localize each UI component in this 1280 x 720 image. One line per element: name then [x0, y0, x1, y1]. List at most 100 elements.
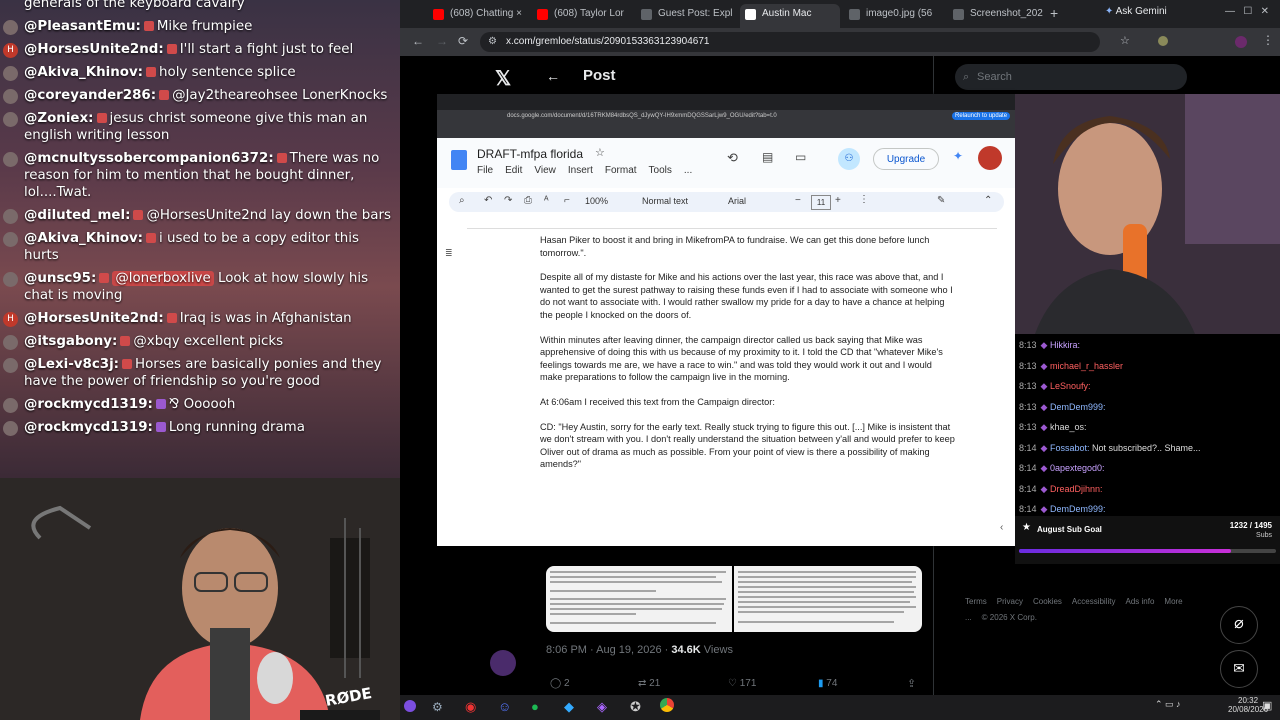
bookmark-star-icon[interactable]: ☆ [1120, 34, 1130, 47]
font-size-field[interactable]: 11 [811, 195, 831, 210]
right-chat-username[interactable]: LeSnoufy: [1050, 381, 1091, 391]
extension-icon[interactable] [1158, 36, 1168, 46]
docs-menu-item[interactable]: View [534, 165, 556, 176]
footer-link[interactable]: Cookies [1033, 597, 1062, 606]
upgrade-button[interactable]: Upgrade [873, 148, 939, 170]
spellcheck-icon[interactable]: ᴬ [544, 195, 549, 206]
explore-chevron-icon[interactable]: ‹ [1000, 522, 1003, 533]
discord-icon[interactable]: ☺ [498, 699, 511, 714]
app-icon-3[interactable]: ◉ [465, 699, 476, 715]
spotify-icon[interactable]: ● [531, 699, 539, 714]
right-chat-username[interactable]: DreadDjihnn: [1050, 484, 1103, 494]
chat-username[interactable]: @rockmycd1319: [24, 420, 153, 435]
app-icon-1[interactable] [404, 700, 416, 712]
app-icon-8[interactable]: ✪ [630, 699, 641, 715]
post-image-1[interactable] [546, 566, 732, 632]
window-controls[interactable]: — ☐ ✕ [1225, 6, 1269, 17]
right-chat-username[interactable]: DemDem999: [1050, 504, 1106, 514]
gemini-docs-icon[interactable]: ✦ [953, 149, 963, 163]
browser-tab[interactable]: (608) Taylor Lor [532, 4, 632, 28]
chat-username[interactable]: @unsc95: [24, 271, 96, 286]
chat-username[interactable]: @diluted_mel: [24, 208, 130, 223]
chat-username[interactable]: @itsgabony: [24, 334, 117, 349]
share-icon[interactable]: ⇪ [907, 677, 916, 690]
right-chat-username[interactable]: khae_os: [1050, 422, 1087, 432]
comment-icon[interactable]: ▤ [762, 150, 773, 164]
docs-logo-icon[interactable] [451, 150, 467, 170]
undo-icon[interactable]: ↶ [484, 195, 492, 206]
collapse-toolbar-icon[interactable]: ⌃ [984, 195, 992, 206]
chat-username[interactable]: @coreyander286: [24, 88, 156, 103]
chat-username[interactable]: @mcnultyssobercompanion6372: [24, 151, 274, 166]
chat-username[interactable]: @Zoniex: [24, 111, 94, 126]
right-chat-username[interactable]: DemDem999: [1050, 402, 1106, 412]
chat-username[interactable]: @HorsesUnite2nd: [24, 42, 164, 57]
doc-title[interactable]: DRAFT-mfpa florida [477, 147, 583, 161]
relaunch-button[interactable]: Relaunch to update [952, 112, 1011, 120]
browser-tab[interactable]: image0.jpg (56 [844, 4, 944, 28]
chat-username[interactable]: @rockmycd1319: [24, 397, 153, 412]
footer-link[interactable]: Ads info [1126, 597, 1155, 606]
docs-menu-item[interactable]: File [477, 165, 493, 176]
like-action[interactable]: ♡ 171 [728, 678, 756, 689]
zoom-select[interactable]: 100% [585, 196, 608, 206]
messages-icon[interactable]: ✉ [1220, 650, 1258, 688]
ask-gemini-button[interactable]: ✦ Ask Gemini [1105, 6, 1167, 17]
site-info-icon[interactable]: ⚙ [488, 32, 497, 52]
footer-link[interactable]: Accessibility [1072, 597, 1116, 606]
print-icon[interactable]: ⎙ [524, 195, 532, 206]
grok-icon[interactable]: ⌀ [1220, 606, 1258, 644]
docs-menu-item[interactable]: ... [684, 165, 692, 176]
style-select[interactable]: Normal text [642, 196, 688, 206]
back-icon[interactable]: ← [412, 34, 424, 48]
right-chat-username[interactable]: michael_r_hassler [1050, 361, 1123, 371]
docs-menu-item[interactable]: Edit [505, 165, 522, 176]
x-logo-icon[interactable]: 𝕏 [495, 66, 511, 91]
bookmark-action[interactable]: ▮ 74 [818, 678, 837, 689]
tray-icons[interactable]: ⌃ ▭ ♪ [1155, 699, 1181, 710]
browser-tab[interactable]: Guest Post: Expl [636, 4, 736, 28]
redo-icon[interactable]: ↷ [504, 195, 512, 206]
outline-icon[interactable]: ≣ [445, 248, 453, 259]
history-icon[interactable]: ⟲ [727, 150, 738, 166]
font-select[interactable]: Arial [728, 196, 746, 206]
doc-body[interactable]: Hasan Piker to boost it and bring in Mik… [540, 234, 955, 483]
profile-avatar[interactable] [1235, 36, 1247, 48]
menu-kebab-icon[interactable]: ⋮ [1262, 33, 1274, 47]
editing-mode-icon[interactable]: ✎ [937, 195, 945, 206]
repost-action[interactable]: ⇄ 21 [638, 678, 660, 689]
reply-action[interactable]: ◯ 2 [550, 678, 570, 689]
star-icon[interactable]: ☆ [595, 146, 605, 159]
chat-username[interactable]: @Akiva_Khinov: [24, 65, 143, 80]
share-people-icon[interactable]: ⚇ [838, 148, 860, 170]
app-icon-6[interactable]: ◆ [564, 699, 574, 715]
meet-icon[interactable]: ▭ [795, 150, 806, 164]
chat-username[interactable]: @Lexi-v8c3j: [24, 357, 119, 372]
chat-username[interactable]: @Akiva_Khinov: [24, 231, 143, 246]
browser-tab[interactable]: (608) Chatting × [428, 4, 528, 28]
x-back-icon[interactable]: ← [546, 68, 560, 84]
chrome-icon[interactable] [660, 698, 674, 712]
browser-tab[interactable]: Austin Mac [740, 4, 840, 28]
url-field[interactable]: ⚙ x.com/gremloe/status/20901533631239046… [480, 32, 1100, 52]
footer-link[interactable]: Terms [965, 597, 987, 606]
reload-icon[interactable]: ⟳ [458, 34, 468, 48]
right-chat-username[interactable]: Fossabot: [1050, 443, 1090, 453]
font-size-minus[interactable]: − [795, 195, 801, 206]
paint-format-icon[interactable]: ⌐ [564, 195, 570, 206]
chat-username[interactable]: @HorsesUnite2nd: [24, 311, 164, 326]
docs-menu-item[interactable]: Tools [649, 165, 672, 176]
footer-link[interactable]: Privacy [997, 597, 1023, 606]
more-tools-icon[interactable]: ⋮ [859, 194, 869, 205]
docs-menu-item[interactable]: Insert [568, 165, 593, 176]
docs-user-avatar[interactable] [978, 146, 1002, 170]
x-avatar[interactable] [490, 650, 516, 676]
post-image-2[interactable] [734, 566, 922, 632]
steam-icon[interactable]: ⚙ [432, 700, 443, 714]
forward-icon[interactable]: → [436, 34, 448, 48]
browser-tab[interactable]: Screenshot_202 [948, 4, 1048, 28]
right-chat-username[interactable]: Hikkira: [1050, 340, 1080, 350]
footer-link[interactable]: © 2026 X Corp. [982, 613, 1037, 622]
font-size-plus[interactable]: + [835, 195, 841, 206]
notification-icon[interactable]: ▣ [1262, 699, 1272, 712]
